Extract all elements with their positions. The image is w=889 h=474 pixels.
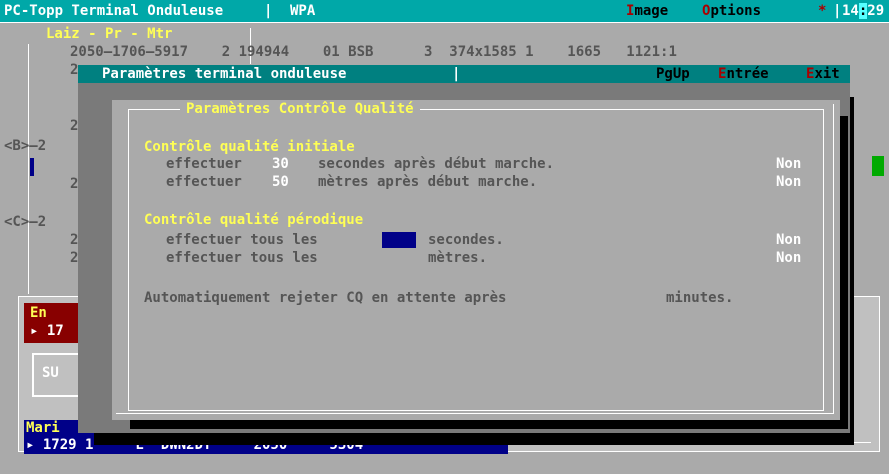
initial-row-1-suffix: secondes après début marche.	[318, 156, 555, 172]
section-periodic-heading: Contrôle qualité pérodique	[144, 212, 364, 228]
initial-meters-field[interactable]: 50	[272, 174, 289, 190]
auto-reject-label: Automatiquement rejeter CQ en attente ap…	[144, 290, 507, 306]
menu-image-label: mage	[634, 3, 669, 19]
initial-row-1-prefix: effectuer	[166, 156, 242, 172]
background-marker	[30, 158, 34, 176]
left-tree-line	[28, 44, 29, 294]
periodic-seconds-field[interactable]	[382, 232, 416, 248]
periodic-row-1-status[interactable]: Non	[776, 232, 801, 248]
app-title: PC-Topp Terminal Onduleuse	[4, 3, 224, 19]
background-row: 2050—1706—5917 2 194944 01 BSB 3 374x158…	[70, 44, 677, 60]
initial-seconds-field[interactable]: 30	[272, 156, 289, 172]
periodic-row-2-status[interactable]: Non	[776, 250, 801, 266]
star-icon: *	[818, 3, 827, 19]
entree-button[interactable]: Entrée	[718, 66, 769, 82]
tree-node-b: <B>—2	[4, 138, 47, 154]
background-en-box: En ▸ 17	[24, 303, 82, 343]
exit-button[interactable]: Exit	[806, 66, 840, 82]
en-label: En	[30, 305, 47, 321]
tree-node-c: <C>—2	[4, 214, 47, 230]
su-label: SU	[42, 365, 59, 381]
title-separator: |	[264, 3, 273, 19]
periodic-meters-field[interactable]	[382, 250, 416, 266]
periodic-row-2-suffix: mètres.	[428, 250, 488, 266]
clock-separator: |	[833, 3, 842, 19]
initial-row-2-prefix: effectuer	[166, 174, 242, 190]
terminal-screen: PC-Topp Terminal Onduleuse | WPA Image O…	[0, 0, 889, 474]
menu-options-label: ptions	[710, 3, 762, 19]
column-header: Laiz - Pr - Mtr	[46, 26, 173, 42]
background-status-block	[872, 156, 884, 176]
clock-minutes: 29	[867, 3, 885, 19]
menu-options[interactable]: Options	[702, 3, 761, 19]
initial-row-2-suffix: mètres après début marche.	[318, 174, 538, 190]
clock-hours: 14	[842, 3, 859, 19]
pgup-button[interactable]: PgUp	[656, 66, 690, 82]
clock: 14:29	[842, 3, 884, 19]
periodic-row-1-prefix: effectuer tous les	[166, 232, 318, 248]
exit-label: xit	[814, 66, 840, 82]
initial-row-2-status[interactable]: Non	[776, 174, 801, 190]
outer-dialog-title: Paramètres terminal onduleuse	[102, 66, 347, 82]
section-initial-heading: Contrôle qualité initiale	[144, 139, 355, 155]
auto-reject-minutes-field[interactable]	[624, 290, 660, 306]
title-bar-separator: |	[452, 66, 461, 82]
inner-dialog-title: Paramètres Contrôle Qualité	[180, 101, 420, 117]
module-name: WPA	[290, 3, 316, 19]
top-menu-bar: PC-Topp Terminal Onduleuse | WPA Image O…	[0, 0, 889, 22]
initial-row-1-status[interactable]: Non	[776, 156, 801, 172]
periodic-row-1-suffix: secondes.	[428, 232, 504, 248]
mari-label: Mari	[26, 420, 60, 436]
periodic-row-2-prefix: effectuer tous les	[166, 250, 318, 266]
header-rule	[0, 22, 889, 23]
en-value: ▸ 17	[30, 323, 64, 339]
auto-reject-unit: minutes.	[666, 290, 734, 306]
entree-label: ntrée	[726, 66, 769, 82]
outer-dialog-titlebar: Paramètres terminal onduleuse | PgUp Ent…	[78, 65, 850, 83]
menu-image[interactable]: Image	[626, 3, 668, 19]
